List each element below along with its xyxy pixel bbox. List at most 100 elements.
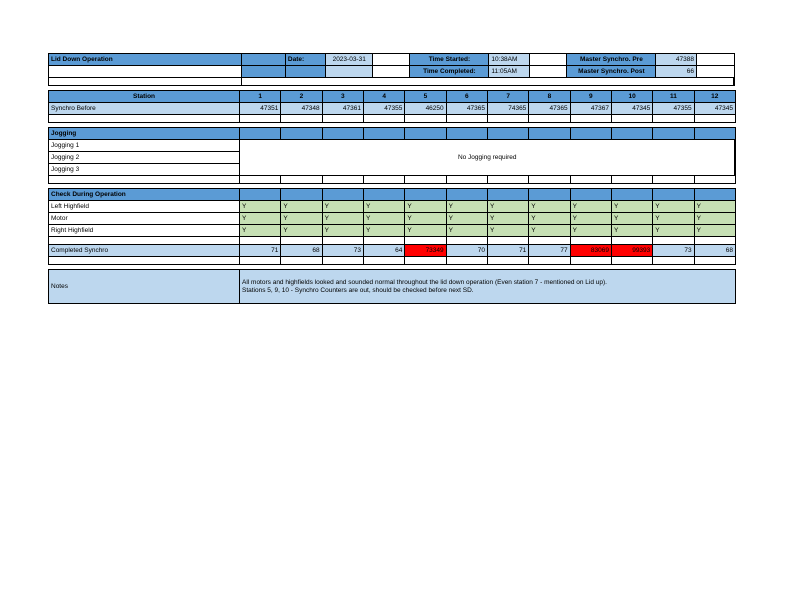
check-left-highfield-4[interactable]: Y [362,200,406,213]
spacer-wide-cell [241,77,736,86]
check-left-highfield-10[interactable]: Y [610,200,654,213]
header-row-2: Time Completed: 11:05AM Master Synchro. … [47,65,735,78]
time-completed-value[interactable]: 11:05AM [488,65,530,78]
completed-synchro-5[interactable]: 73349 [404,244,447,257]
synchro-before-7[interactable]: 74365 [486,102,530,115]
synchro-before-1[interactable]: 47351 [238,102,282,115]
check-left-highfield-9[interactable]: Y [569,200,612,213]
synchro-spacer-row [48,114,736,123]
check-left-highfield-3[interactable]: Y [321,200,364,213]
completed-synchro-1[interactable]: 71 [238,244,282,257]
check-right-highfield-3[interactable]: Y [321,224,364,237]
check-hdr-7 [486,188,530,201]
check-label-right-highfield: Right Highfield [48,224,240,237]
synchro-before-5[interactable]: 46250 [404,102,447,115]
check-motor-1[interactable]: Y [238,212,282,225]
check-motor-2[interactable]: Y [280,212,323,225]
check-left-highfield-2[interactable]: Y [280,200,323,213]
completed-synchro-row: Completed Synchro 71 68 73 64 73349 70 7… [48,244,736,257]
check-left-highfield-5[interactable]: Y [404,200,447,213]
check-motor-7[interactable]: Y [486,212,530,225]
synchro-before-10[interactable]: 47345 [610,102,654,115]
completed-spacer-8 [528,256,571,265]
synchro-before-8[interactable]: 47365 [528,102,571,115]
check-hdr-1 [238,188,282,201]
check-right-highfield-8[interactable]: Y [528,224,571,237]
time-started-value[interactable]: 10:38AM [488,53,530,66]
check-left-highfield-6[interactable]: Y [445,200,488,213]
header-block: Lid Down Operation Date: 2023-03-31 Time… [47,53,736,86]
check-right-highfield-6[interactable]: Y [445,224,488,237]
check-motor-11[interactable]: Y [652,212,695,225]
check-right-highfield-1[interactable]: Y [238,224,282,237]
synchro-before-6[interactable]: 47365 [445,102,488,115]
check-spacer-5 [404,236,447,245]
completed-synchro-10[interactable]: 99393 [610,244,654,257]
check-right-highfield-2[interactable]: Y [280,224,323,237]
check-motor-8[interactable]: Y [528,212,571,225]
jogging-hdr-10 [610,127,654,140]
check-right-highfield-10[interactable]: Y [610,224,654,237]
synchro-before-9[interactable]: 47367 [569,102,612,115]
completed-synchro-3[interactable]: 73 [321,244,364,257]
check-spacer-1 [238,236,282,245]
check-spacer-9 [569,236,612,245]
check-left-highfield-1[interactable]: Y [238,200,282,213]
jogging-label-1: Jogging 1 [48,139,240,152]
jogging-message: No Jogging required [239,139,737,176]
check-hdr-8 [528,188,571,201]
jogging-row-1: Jogging 1 No Jogging required [48,139,737,176]
synchro-before-3[interactable]: 47361 [321,102,364,115]
check-right-highfield-7[interactable]: Y [486,224,530,237]
check-left-highfield-8[interactable]: Y [528,200,571,213]
synchro-before-2[interactable]: 47348 [280,102,323,115]
completed-synchro-7[interactable]: 71 [486,244,530,257]
completed-synchro-4[interactable]: 64 [362,244,406,257]
check-left-highfield-11[interactable]: Y [652,200,695,213]
completed-spacer-label [48,256,240,265]
check-motor-3[interactable]: Y [321,212,364,225]
synchro-spacer-2 [280,114,323,123]
notes-content[interactable]: All motors and highfields looked and sou… [239,269,736,304]
check-motor-12[interactable]: Y [693,212,736,225]
check-motor-10[interactable]: Y [610,212,654,225]
jogging-spacer-5 [404,175,447,184]
completed-synchro-9[interactable]: 83069 [569,244,612,257]
synchro-before-12[interactable]: 47345 [693,102,736,115]
jogging-label-2: Jogging 2 [48,151,240,164]
synchro-before-row: Synchro Before 47351 47348 47361 47355 4… [48,102,736,115]
check-left-highfield-12[interactable]: Y [693,200,736,213]
jogging-header-row: Jogging [48,127,736,140]
check-row-left-highfield: Left Highfield Y Y Y Y Y Y Y Y Y Y Y Y [48,200,736,213]
completed-synchro-2[interactable]: 68 [280,244,323,257]
check-header-row: Check During Operation [48,188,736,201]
check-hdr-9 [569,188,612,201]
synchro-before-11[interactable]: 47355 [652,102,695,115]
completed-synchro-8[interactable]: 77 [528,244,571,257]
check-right-highfield-11[interactable]: Y [652,224,695,237]
check-left-highfield-7[interactable]: Y [486,200,530,213]
date-value[interactable]: 2023-03-31 [325,53,373,66]
completed-synchro-12[interactable]: 68 [693,244,736,257]
completed-synchro-6[interactable]: 70 [445,244,488,257]
check-motor-6[interactable]: Y [445,212,488,225]
notes-line-1: All motors and highfields looked and sou… [242,279,607,287]
check-right-highfield-5[interactable]: Y [404,224,447,237]
check-motor-5[interactable]: Y [404,212,447,225]
completed-synchro-11[interactable]: 73 [652,244,695,257]
check-motor-4[interactable]: Y [362,212,406,225]
master-synchro-post-value[interactable]: 66 [655,65,697,78]
completed-spacer-1 [238,256,282,265]
synchro-before-4[interactable]: 47355 [362,102,406,115]
check-spacer-12 [693,236,736,245]
header-fill-f [371,65,411,78]
time-completed-label: Time Completed: [409,65,490,78]
master-synchro-pre-value[interactable]: 47388 [655,53,697,66]
check-motor-9[interactable]: Y [569,212,612,225]
check-right-highfield-9[interactable]: Y [569,224,612,237]
date-label-continuation [284,65,327,78]
header-spacer-row [47,77,736,86]
check-right-highfield-4[interactable]: Y [362,224,406,237]
check-hdr-10 [610,188,654,201]
check-right-highfield-12[interactable]: Y [693,224,736,237]
